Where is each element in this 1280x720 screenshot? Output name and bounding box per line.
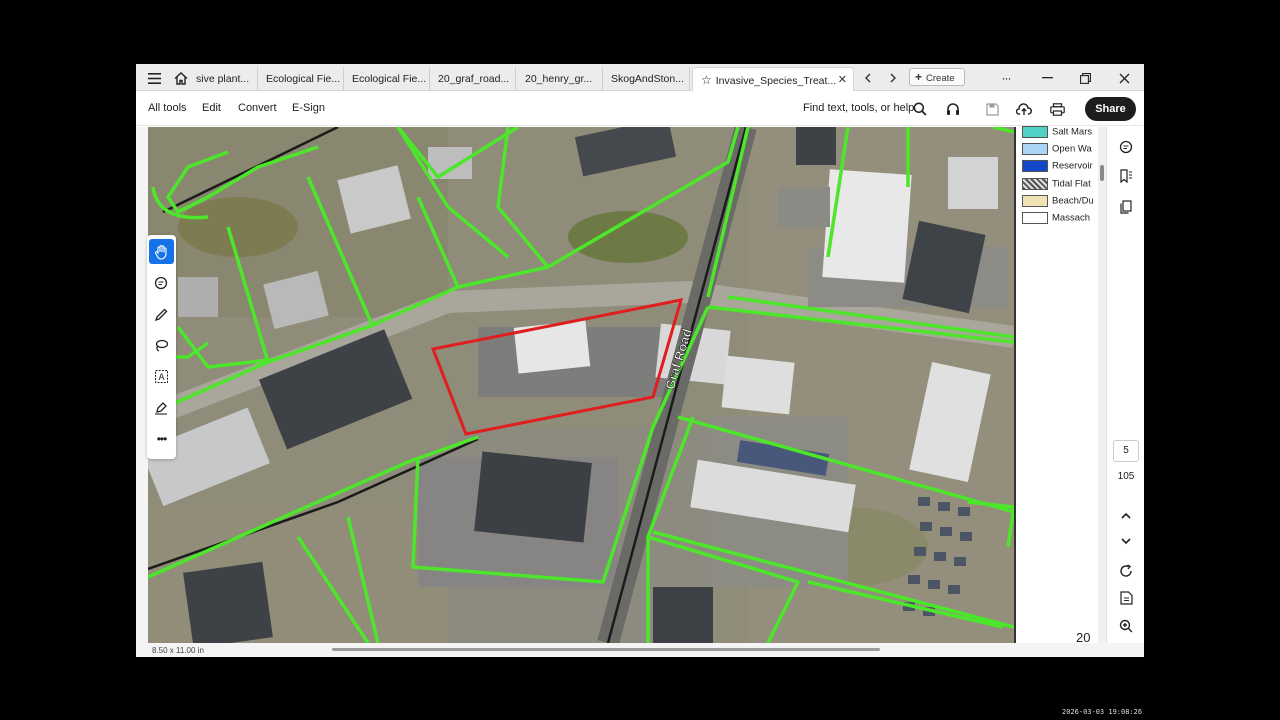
menu-e-sign[interactable]: E-Sign	[292, 102, 325, 114]
legend-item: Massach	[1022, 212, 1090, 225]
pen-icon[interactable]	[149, 302, 174, 327]
legend-label: Reservoir	[1052, 160, 1093, 172]
close-window-icon[interactable]	[1114, 68, 1134, 88]
tab-20-graf-road[interactable]: 20_graf_road...	[430, 67, 516, 91]
find-text-search[interactable]: Find text, tools, or help	[803, 102, 914, 114]
tab-20-henry[interactable]: 20_henry_gr...	[517, 67, 603, 91]
aerial-map: Graf Road	[148, 127, 1014, 643]
restore-icon[interactable]	[1075, 68, 1095, 88]
refresh-icon[interactable]	[1116, 561, 1136, 581]
legend-swatch	[1022, 212, 1048, 224]
quick-tools-rail: A •••	[147, 235, 176, 459]
legend-swatch	[1022, 126, 1048, 138]
legend-swatch	[1022, 160, 1048, 172]
home-icon[interactable]	[171, 68, 191, 88]
chevron-left-icon[interactable]	[858, 68, 878, 88]
legend-scroll-thumb[interactable]	[1100, 165, 1104, 181]
tab-bar: sive plant... Ecological Fie... Ecologic…	[136, 64, 1144, 91]
legend-label: Tidal Flat	[1052, 178, 1091, 190]
svg-text:A: A	[158, 372, 164, 382]
more-tools-icon[interactable]: •••	[149, 426, 174, 451]
legend-swatch	[1022, 195, 1048, 207]
legend-item: Salt Mars	[1022, 126, 1092, 139]
document-area: Graf Road A ••• Salt Mars Open Wa Reserv…	[136, 126, 1106, 645]
status-bar: 8.50 x 11.00 in	[136, 643, 1144, 657]
tab-invasive-plants[interactable]: sive plant...	[192, 67, 258, 91]
tab-label: SkogAndSton...	[611, 73, 684, 85]
star-icon[interactable]: ☆	[701, 68, 712, 91]
menu-edit[interactable]: Edit	[202, 102, 221, 114]
legend-label: Salt Mars	[1052, 126, 1093, 138]
tab-label: Invasive_Species_Treat...	[715, 75, 837, 87]
headphones-icon[interactable]	[943, 99, 963, 119]
legend-label: Beach/Du	[1052, 195, 1094, 207]
legend-item: Open Wa	[1022, 143, 1092, 156]
legend-item: Tidal Flat	[1022, 178, 1091, 191]
tab-label: Ecological Fie...	[266, 73, 341, 85]
legend-item: Reservoir	[1022, 160, 1093, 173]
chevron-right-icon[interactable]	[883, 68, 903, 88]
lasso-icon[interactable]	[149, 333, 174, 358]
page-fit-icon[interactable]	[1116, 588, 1136, 608]
text-box-icon[interactable]: A	[149, 364, 174, 389]
menu-convert[interactable]: Convert	[238, 102, 277, 114]
chevron-up-icon[interactable]	[1116, 505, 1136, 525]
tab-ecological-field-2[interactable]: Ecological Fie...	[344, 67, 430, 91]
current-page-input[interactable]: 5	[1113, 440, 1139, 462]
share-button[interactable]: Share	[1085, 97, 1136, 121]
comments-panel-icon[interactable]	[1116, 137, 1136, 157]
tab-label: Ecological Fie...	[352, 73, 427, 85]
menu-all-tools[interactable]: All tools	[148, 102, 187, 114]
tab-label: 20_henry_gr...	[525, 73, 593, 85]
zoom-in-icon[interactable]	[1116, 616, 1136, 636]
tab-label: 20_graf_road...	[438, 73, 510, 85]
legend-item: Beach/Du	[1022, 195, 1094, 208]
bookmarks-icon[interactable]	[1116, 166, 1136, 186]
search-icon[interactable]	[910, 99, 930, 119]
hamburger-menu-icon[interactable]	[144, 68, 164, 88]
map-page[interactable]: Graf Road	[148, 127, 1014, 643]
tab-ecological-field-1[interactable]: Ecological Fie...	[258, 67, 344, 91]
upload-cloud-icon[interactable]	[1014, 99, 1034, 119]
save-icon[interactable]	[982, 99, 1002, 119]
comment-icon[interactable]	[149, 271, 174, 296]
main-toolbar: All tools Edit Convert E-Sign Find text,…	[136, 92, 1144, 126]
chevron-down-icon[interactable]	[1116, 531, 1136, 551]
close-icon[interactable]: ✕	[838, 68, 847, 91]
more-options-icon[interactable]: ···	[996, 68, 1016, 88]
plus-icon: +	[915, 70, 923, 84]
pages-icon[interactable]	[1116, 197, 1136, 217]
legend-swatch	[1022, 178, 1048, 190]
hand-tool-icon[interactable]	[149, 239, 174, 264]
total-pages: 105	[1117, 471, 1135, 482]
tab-label: sive plant...	[196, 73, 250, 85]
legend-swatch	[1022, 143, 1048, 155]
print-icon[interactable]	[1047, 99, 1067, 119]
minimize-icon[interactable]	[1037, 68, 1057, 88]
tab-invasive-species-treatment[interactable]: ☆ Invasive_Species_Treat... ✕	[692, 67, 854, 91]
horizontal-scrollbar[interactable]	[332, 648, 880, 651]
legend-label: Massach	[1052, 212, 1091, 224]
create-label: Create	[926, 73, 955, 84]
acrobat-window: sive plant... Ecological Fie... Ecologic…	[136, 64, 1144, 657]
sign-icon[interactable]	[149, 395, 174, 420]
create-button[interactable]: + Create	[909, 68, 965, 86]
recording-timestamp: 2026-03-03 19:08:26	[1062, 708, 1143, 716]
tab-skog-and-stone[interactable]: SkogAndSton...	[603, 67, 690, 91]
right-panel: 5 105	[1106, 127, 1144, 657]
legend-label: Open Wa	[1052, 143, 1092, 155]
page-size-label: 8.50 x 11.00 in	[152, 646, 204, 655]
legend-scrollbar[interactable]	[1098, 127, 1106, 643]
map-legend: Salt Mars Open Wa Reservoir Tidal Flat B…	[1014, 126, 1106, 645]
